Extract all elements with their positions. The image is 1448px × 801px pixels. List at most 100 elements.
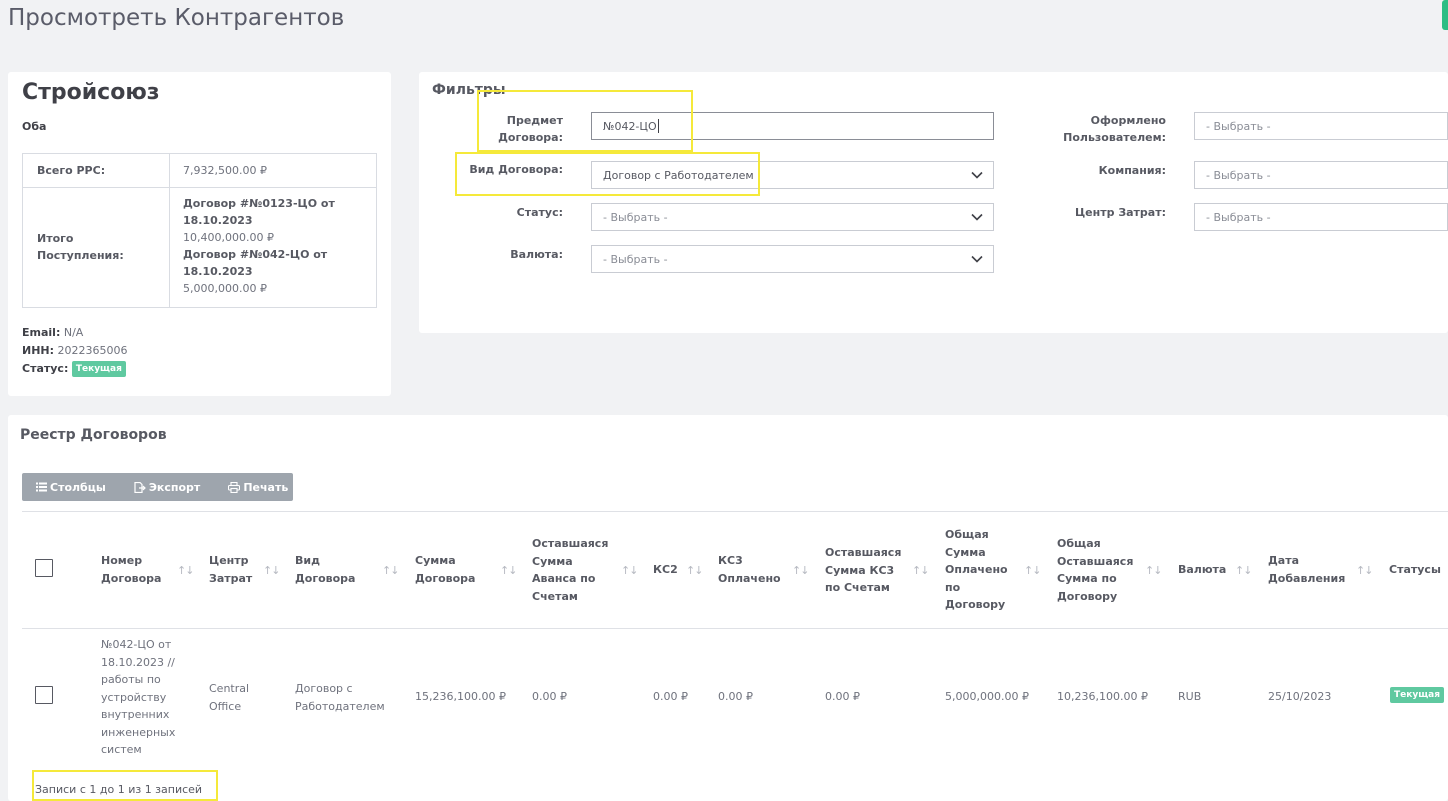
col-ks3-paid[interactable]: КС3 Оплачено bbox=[718, 552, 790, 587]
type-select[interactable]: Договор с Работодателем bbox=[591, 161, 994, 189]
row-date-added: 25/10/2023 bbox=[1268, 690, 1332, 703]
col-statuses[interactable]: Статусы bbox=[1389, 561, 1448, 579]
company-status: Статус: Текущая bbox=[22, 361, 126, 377]
user-select-value: - Выбрать - bbox=[1206, 119, 1271, 133]
col-cost-center[interactable]: Центр Затрат bbox=[209, 552, 259, 587]
registry-title: Реестр Договоров bbox=[20, 427, 167, 443]
user-label: Оформлено Пользователем: bbox=[1063, 114, 1166, 144]
receipts-label: Итого Поступления: bbox=[37, 232, 124, 262]
company-subtitle: Оба bbox=[22, 120, 47, 133]
inn-label: ИНН: bbox=[22, 344, 55, 357]
sort-arrows-icon[interactable]: ↑↓ bbox=[263, 564, 280, 577]
col-number[interactable]: Номер Договора bbox=[101, 552, 166, 587]
receipt-contract: Договор #№042-ЦО от 18.10.2023 bbox=[183, 248, 328, 278]
row-advance-remaining: 0.00 ₽ bbox=[532, 690, 567, 703]
col-advance-remaining[interactable]: Оставшаяся Сумма Аванса по Счетам bbox=[532, 535, 614, 605]
chevron-down-icon bbox=[971, 255, 983, 263]
col-total-remaining[interactable]: Общая Оставшаяся Сумма по Договору bbox=[1057, 535, 1139, 605]
col-total-paid[interactable]: Общая Сумма Оплачено по Договору bbox=[945, 526, 1017, 614]
sort-arrows-icon[interactable]: ↑↓ bbox=[686, 564, 703, 577]
side-panel-tab[interactable] bbox=[1442, 0, 1448, 30]
row-type: Договор с Работодателем bbox=[295, 682, 385, 713]
printer-icon bbox=[228, 481, 241, 493]
sort-arrows-icon[interactable]: ↑↓ bbox=[912, 564, 929, 577]
email-label: Email: bbox=[22, 326, 61, 339]
inn-value: 2022365006 bbox=[57, 344, 128, 357]
type-select-value: Договор с Работодателем bbox=[603, 168, 754, 182]
currency-select[interactable]: - Выбрать - bbox=[591, 245, 994, 273]
list-icon bbox=[36, 482, 47, 492]
table-info: Записи с 1 до 1 из 1 записей bbox=[35, 783, 203, 796]
row-currency: RUB bbox=[1178, 690, 1202, 703]
table-header-border bbox=[22, 628, 1448, 629]
col-ks3-remaining[interactable]: Оставшаяся Сумма КС3 по Счетам bbox=[825, 544, 905, 597]
sort-arrows-icon[interactable]: ↑↓ bbox=[792, 564, 809, 577]
currency-select-value: - Выбрать - bbox=[603, 252, 668, 266]
currency-label: Валюта: bbox=[510, 248, 563, 261]
row-total-remaining: 10,236,100.00 ₽ bbox=[1057, 690, 1148, 703]
print-button[interactable]: Печать bbox=[200, 473, 288, 501]
receipt-amount: 5,000,000.00 ₽ bbox=[183, 282, 267, 295]
email-value: N/A bbox=[63, 326, 84, 339]
row-ks2: 0.00 ₽ bbox=[653, 690, 688, 703]
cost-center-label: Центр Затрат: bbox=[1074, 206, 1166, 219]
row-ks3-paid: 0.00 ₽ bbox=[718, 690, 753, 703]
company-inn: ИНН: 2022365006 bbox=[22, 344, 128, 357]
sort-arrows-icon[interactable]: ↑↓ bbox=[1024, 564, 1041, 577]
row-amount: 15,236,100.00 ₽ bbox=[415, 690, 506, 703]
export-button[interactable]: Экспорт bbox=[106, 473, 200, 501]
company-name: Стройсоюз bbox=[22, 80, 160, 105]
sort-arrows-icon[interactable]: ↑↓ bbox=[1235, 564, 1252, 577]
table-toolbar: Столбцы Экспорт Печать bbox=[22, 473, 293, 501]
status-label: Статус: bbox=[22, 362, 69, 375]
company-select[interactable]: - Выбрать - bbox=[1194, 161, 1448, 189]
cost-center-select[interactable]: - Выбрать - bbox=[1194, 203, 1448, 231]
sort-arrows-icon[interactable]: ↑↓ bbox=[1356, 564, 1373, 577]
sort-arrows-icon[interactable]: ↑↓ bbox=[177, 564, 194, 577]
row-total-paid: 5,000,000.00 ₽ bbox=[945, 690, 1029, 703]
col-type[interactable]: Вид Договора bbox=[295, 552, 365, 587]
receipts-list: Договор #№0123-ЦО от 18.10.2023 10,400,0… bbox=[183, 195, 373, 297]
receipt-amount: 10,400,000.00 ₽ bbox=[183, 231, 274, 244]
file-export-icon bbox=[134, 481, 146, 493]
subject-input-value: №042-ЦО bbox=[603, 119, 657, 133]
total-rps-value: 7,932,500.00 ₽ bbox=[183, 164, 267, 177]
sort-arrows-icon[interactable]: ↑↓ bbox=[621, 564, 638, 577]
table-top-border bbox=[22, 511, 1448, 512]
row-status: Текущая bbox=[1390, 687, 1445, 703]
chevron-down-icon bbox=[971, 213, 983, 221]
company-summary-table: Всего РРС: 7,932,500.00 ₽ Итого Поступле… bbox=[22, 153, 377, 308]
columns-button[interactable]: Столбцы bbox=[22, 473, 106, 501]
row-number[interactable]: №042-ЦО от 18.10.2023 // работы по устро… bbox=[101, 636, 185, 759]
user-select[interactable]: - Выбрать - bbox=[1194, 112, 1448, 140]
status-badge: Текущая bbox=[71, 361, 126, 377]
company-select-value: - Выбрать - bbox=[1206, 168, 1271, 182]
total-rps-label: Всего РРС: bbox=[37, 164, 106, 177]
sort-arrows-icon[interactable]: ↑↓ bbox=[382, 564, 399, 577]
sort-arrows-icon[interactable]: ↑↓ bbox=[500, 564, 517, 577]
cost-center-select-value: - Выбрать - bbox=[1206, 210, 1271, 224]
col-ks2[interactable]: КС2 bbox=[653, 561, 683, 579]
row-ks3-remaining: 0.00 ₽ bbox=[825, 690, 860, 703]
status-select[interactable]: - Выбрать - bbox=[591, 203, 994, 231]
col-currency[interactable]: Валюта bbox=[1178, 561, 1233, 579]
status-filter-label: Статус: bbox=[516, 206, 563, 219]
status-select-value: - Выбрать - bbox=[603, 210, 668, 224]
col-date-added[interactable]: Дата Добавления bbox=[1268, 552, 1348, 587]
print-button-label: Печать bbox=[243, 480, 289, 494]
chevron-down-icon bbox=[971, 171, 983, 179]
sort-arrows-icon[interactable]: ↑↓ bbox=[1145, 564, 1162, 577]
select-all-checkbox[interactable] bbox=[35, 559, 53, 577]
page-title: Просмотреть Контрагентов bbox=[8, 5, 345, 31]
filters-title: Фильтры bbox=[432, 82, 506, 98]
col-amount[interactable]: Сумма Договора bbox=[415, 552, 485, 587]
subject-label: Предмет Договора: bbox=[498, 114, 563, 144]
row-checkbox[interactable] bbox=[35, 686, 53, 704]
columns-button-label: Столбцы bbox=[50, 480, 106, 494]
company-email: Email: N/A bbox=[22, 326, 83, 339]
receipt-contract: Договор #№0123-ЦО от 18.10.2023 bbox=[183, 197, 335, 227]
row-cost-center: Central Office bbox=[209, 682, 250, 713]
subject-input[interactable]: №042-ЦО bbox=[591, 112, 994, 140]
export-button-label: Экспорт bbox=[148, 480, 201, 494]
status-badge: Текущая bbox=[1390, 687, 1445, 703]
